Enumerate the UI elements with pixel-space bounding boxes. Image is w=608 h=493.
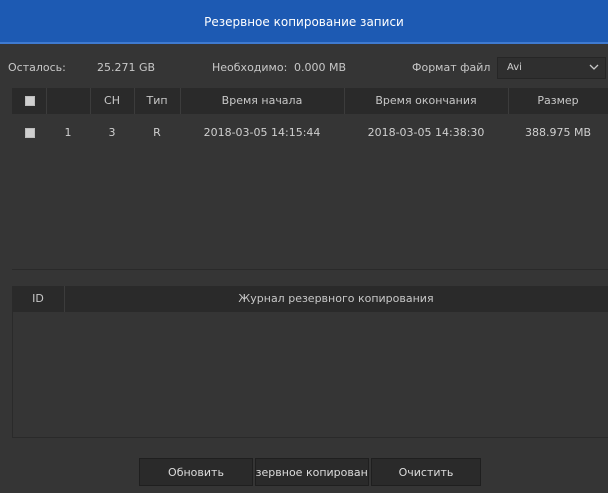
refresh-button[interactable]: Обновить	[139, 458, 253, 486]
format-label: Формат файл	[412, 61, 491, 74]
row-size: 388.975 MB	[524, 126, 592, 139]
chevron-down-icon	[589, 64, 599, 70]
log-header-id: ID	[32, 292, 44, 305]
row-start-time: 2018-03-05 14:15:44	[203, 126, 321, 139]
backup-button[interactable]: Резервное копирование	[255, 458, 369, 486]
required-label: Необходимо:	[212, 61, 288, 74]
column-header-end-time: Время окончания	[375, 94, 477, 107]
records-table-header: CH Тип Время начала Время окончания Разм…	[12, 88, 608, 114]
row-type: R	[153, 126, 161, 139]
table-row[interactable]: 1 3 R 2018-03-05 14:15:44 2018-03-05 14:…	[12, 116, 608, 150]
log-header-title: Журнал резервного копирования	[238, 292, 434, 305]
row-checkbox[interactable]	[25, 128, 35, 138]
remaining-value: 25.271 GB	[97, 61, 156, 74]
refresh-button-label: Обновить	[168, 465, 224, 479]
window-title: Резервное копирование записи	[204, 15, 404, 29]
column-header-ch: CH	[104, 94, 120, 107]
column-header-size: Размер	[537, 94, 579, 107]
backup-button-label: Резервное копирование	[255, 465, 368, 479]
window-title-bar: Резервное копирование записи	[0, 0, 608, 44]
clear-button[interactable]: Очистить	[371, 458, 481, 486]
file-format-value: Avi	[507, 62, 522, 73]
row-channel: 3	[108, 126, 116, 139]
select-all-checkbox[interactable]	[25, 96, 35, 106]
row-number: 1	[64, 126, 72, 139]
backup-log-header: ID Журнал резервного копирования	[12, 286, 608, 312]
row-end-time: 2018-03-05 14:38:30	[367, 126, 485, 139]
backup-log-body	[12, 312, 608, 438]
column-header-start-time: Время начала	[221, 94, 303, 107]
remaining-label: Осталось:	[8, 61, 66, 74]
clear-button-label: Очистить	[398, 465, 454, 479]
column-header-type: Тип	[146, 94, 168, 107]
file-format-select[interactable]: Avi	[497, 57, 606, 79]
required-value: 0.000 MB	[294, 61, 347, 74]
